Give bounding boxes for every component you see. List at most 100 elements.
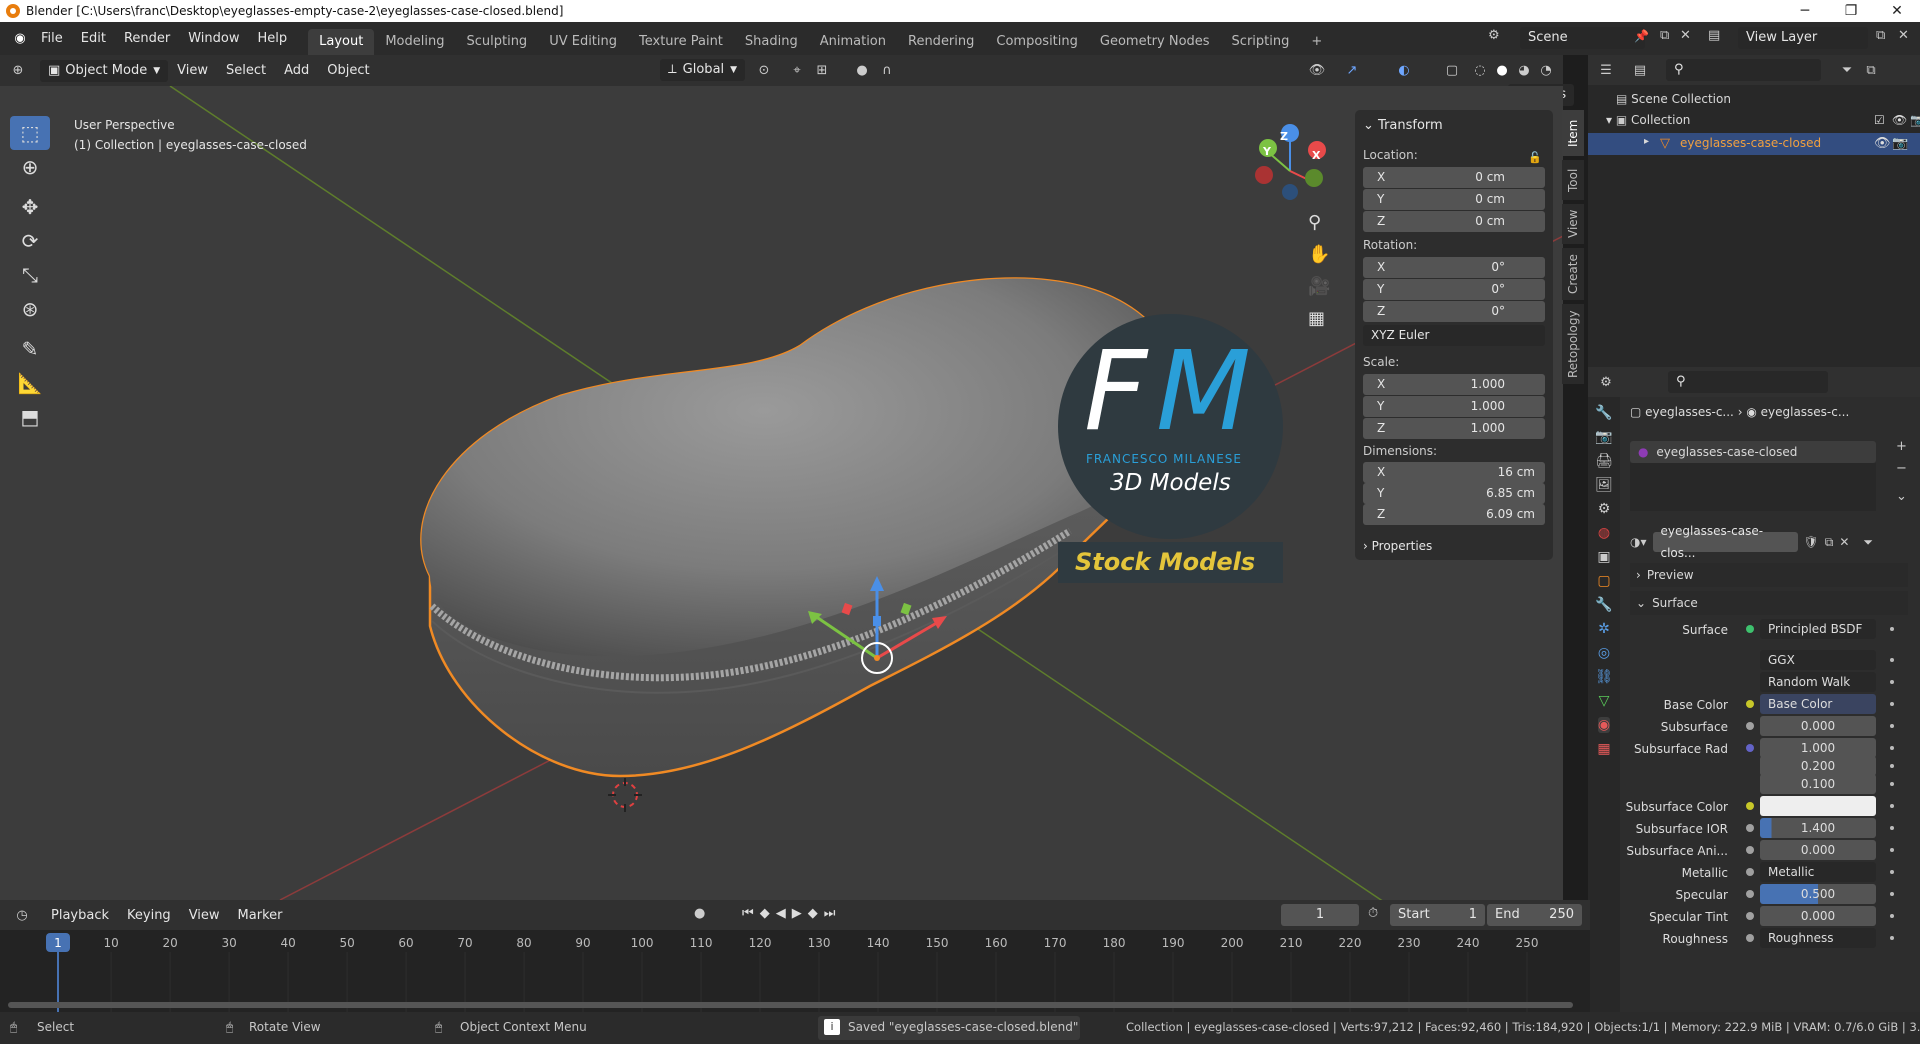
animate-property-icon[interactable] <box>1890 627 1894 631</box>
record-icon[interactable]: ● <box>694 906 705 921</box>
surface-panel-header[interactable]: ⌄ Surface <box>1630 591 1908 615</box>
properties-panel-header[interactable]: › Properties <box>1363 539 1432 553</box>
view-layer-selector[interactable]: View Layer <box>1738 27 1868 49</box>
viewport-menu-select[interactable]: Select <box>217 54 275 87</box>
menu-file[interactable]: File <box>32 22 72 55</box>
scene-selector[interactable]: Scene <box>1520 27 1645 49</box>
socket-icon[interactable] <box>1746 846 1754 854</box>
collection-row[interactable]: ▾ ▣ Collection ☑ 👁 📷 <box>1606 113 1920 127</box>
property-value-field[interactable]: Roughness <box>1760 928 1876 948</box>
visibility-icon[interactable]: 👁 <box>1305 59 1329 81</box>
tab-geometry-nodes[interactable]: Geometry Nodes <box>1089 29 1221 55</box>
material-name-field[interactable]: eyeglasses-case-clos... <box>1652 524 1798 560</box>
camera-view-icon[interactable]: 🎥 <box>1308 276 1330 297</box>
tab-view[interactable]: View <box>1562 204 1584 244</box>
socket-icon[interactable] <box>1746 700 1754 708</box>
property-value-field[interactable]: Principled BSDF <box>1760 619 1876 639</box>
tab-animation[interactable]: Animation <box>809 29 897 55</box>
new-collection-icon[interactable]: ⧉ <box>1859 59 1883 81</box>
scale-z-field[interactable]: Z 1.000 <box>1363 418 1545 439</box>
object-tab-icon[interactable]: ▢ <box>1597 573 1610 589</box>
minimize-button[interactable]: ─ <box>1782 0 1828 22</box>
property-value-field[interactable] <box>1760 796 1876 816</box>
menu-render[interactable]: Render <box>115 22 179 55</box>
menu-window[interactable]: Window <box>179 22 248 55</box>
property-value-field[interactable]: 1.000 <box>1760 738 1876 758</box>
duplicate-material-icon[interactable]: ⧉ <box>1825 531 1834 553</box>
tab-retopology[interactable]: Retopology <box>1562 304 1584 384</box>
render-tab-icon[interactable]: 📷 <box>1595 429 1612 445</box>
animate-property-icon[interactable] <box>1890 680 1894 684</box>
annotate-tool-icon[interactable]: ✎ <box>10 332 50 366</box>
world-tab-icon[interactable]: ◍ <box>1598 525 1610 541</box>
jump-start-icon[interactable]: ⏮ <box>742 906 760 921</box>
property-value-field[interactable]: 0.000 <box>1760 906 1876 926</box>
measure-tool-icon[interactable]: 📐 <box>10 366 50 400</box>
dimensions-z-field[interactable]: Z 6.09 cm <box>1363 504 1545 525</box>
scale-x-field[interactable]: X 1.000 <box>1363 374 1545 395</box>
falloff-icon[interactable]: ∩ <box>875 59 899 81</box>
solid-shading-icon[interactable]: ● <box>1490 59 1514 81</box>
pivot-icon[interactable]: ⊙ <box>752 59 776 81</box>
blender-menu-icon[interactable]: ◉ <box>8 28 32 50</box>
next-keyframe-icon[interactable]: ◆ <box>808 906 824 921</box>
tab-create[interactable]: Create <box>1562 248 1584 300</box>
outliner-search-input[interactable]: ⚲ <box>1666 59 1821 81</box>
socket-icon[interactable] <box>1746 890 1754 898</box>
property-value-field[interactable]: 0.200 <box>1760 756 1876 776</box>
slot-menu-icon[interactable]: ⌄ <box>1896 489 1907 504</box>
viewport-menu-object[interactable]: Object <box>318 54 378 87</box>
ortho-toggle-icon[interactable]: ▦ <box>1308 308 1325 329</box>
eye-icon[interactable]: 👁 <box>1892 113 1907 127</box>
tab-compositing[interactable]: Compositing <box>985 29 1089 55</box>
gizmo-icon[interactable]: ↗ <box>1340 59 1364 81</box>
display-mode-icon[interactable]: ▤ <box>1628 59 1652 81</box>
dimensions-y-field[interactable]: Y 6.85 cm <box>1363 483 1545 504</box>
scale-tool-icon[interactable]: ⤡ <box>10 258 50 292</box>
tab-uv-editing[interactable]: UV Editing <box>538 29 628 55</box>
tab-sculpting[interactable]: Sculpting <box>455 29 538 55</box>
maximize-button[interactable]: ❐ <box>1828 0 1874 22</box>
property-value-field[interactable]: 0.100 <box>1760 774 1876 794</box>
checkbox-icon[interactable]: ☑ <box>1874 113 1885 127</box>
animate-property-icon[interactable] <box>1890 702 1894 706</box>
proportional-editing-icon[interactable]: ● <box>850 59 874 81</box>
socket-icon[interactable] <box>1746 824 1754 832</box>
tab-tool[interactable]: Tool <box>1562 160 1584 200</box>
modifiers-tab-icon[interactable]: 🔧 <box>1595 597 1612 613</box>
rotation-mode-dropdown[interactable]: XYZ Euler <box>1363 325 1545 346</box>
filter-icon[interactable]: ⏷ <box>1835 59 1859 81</box>
tab-scripting[interactable]: Scripting <box>1221 29 1301 55</box>
add-cube-tool-icon[interactable]: ⬒ <box>10 400 50 434</box>
delete-scene-icon[interactable]: ✕ <box>1680 28 1691 43</box>
property-value-field[interactable]: 0.000 <box>1760 840 1876 860</box>
wireframe-shading-icon[interactable]: ◌ <box>1468 59 1492 81</box>
fake-user-icon[interactable]: 🛡 <box>1804 531 1819 553</box>
socket-icon[interactable] <box>1746 722 1754 730</box>
object-mode-dropdown[interactable]: ▣ Object Mode ▼ <box>40 59 169 82</box>
tab-rendering[interactable]: Rendering <box>897 29 985 55</box>
collection-tab-icon[interactable]: ▣ <box>1597 549 1610 565</box>
delete-view-layer-icon[interactable]: ✕ <box>1898 28 1909 43</box>
timeline-menu-view[interactable]: View <box>180 899 229 932</box>
view-layer-tab-icon[interactable]: 🖼 <box>1595 477 1613 493</box>
eye-icon[interactable]: 👁 <box>1874 136 1891 151</box>
socket-icon[interactable] <box>1746 912 1754 920</box>
socket-icon[interactable] <box>1746 802 1754 810</box>
location-x-field[interactable]: X 0 cm <box>1363 167 1545 188</box>
status-report[interactable]: i Saved "eyeglasses-case-closed.blend" <box>818 1016 1080 1040</box>
pin-icon[interactable]: 📌 <box>1634 29 1649 43</box>
properties-editor-icon[interactable]: ⚙ <box>1594 371 1618 393</box>
property-value-field[interactable]: GGX <box>1760 650 1876 670</box>
zoom-icon[interactable]: ⚲ <box>1308 212 1321 233</box>
unlink-material-icon[interactable]: ✕ <box>1839 531 1849 553</box>
menu-help[interactable]: Help <box>249 22 297 55</box>
outliner-object-row[interactable]: ▸ ▽ eyeglasses-case-closed 👁 📷 <box>1588 133 1920 155</box>
select-box-tool-icon[interactable]: ⬚ <box>10 116 50 150</box>
dimensions-x-field[interactable]: X 16 cm <box>1363 462 1545 483</box>
move-tool-icon[interactable]: ✥ <box>10 190 50 224</box>
transform-orientation-dropdown[interactable]: ⟂ Global ▼ <box>660 59 746 81</box>
animate-property-icon[interactable] <box>1890 870 1894 874</box>
property-value-field[interactable]: 1.400 <box>1760 818 1876 838</box>
snap-icon[interactable]: ⌖ <box>785 59 809 81</box>
